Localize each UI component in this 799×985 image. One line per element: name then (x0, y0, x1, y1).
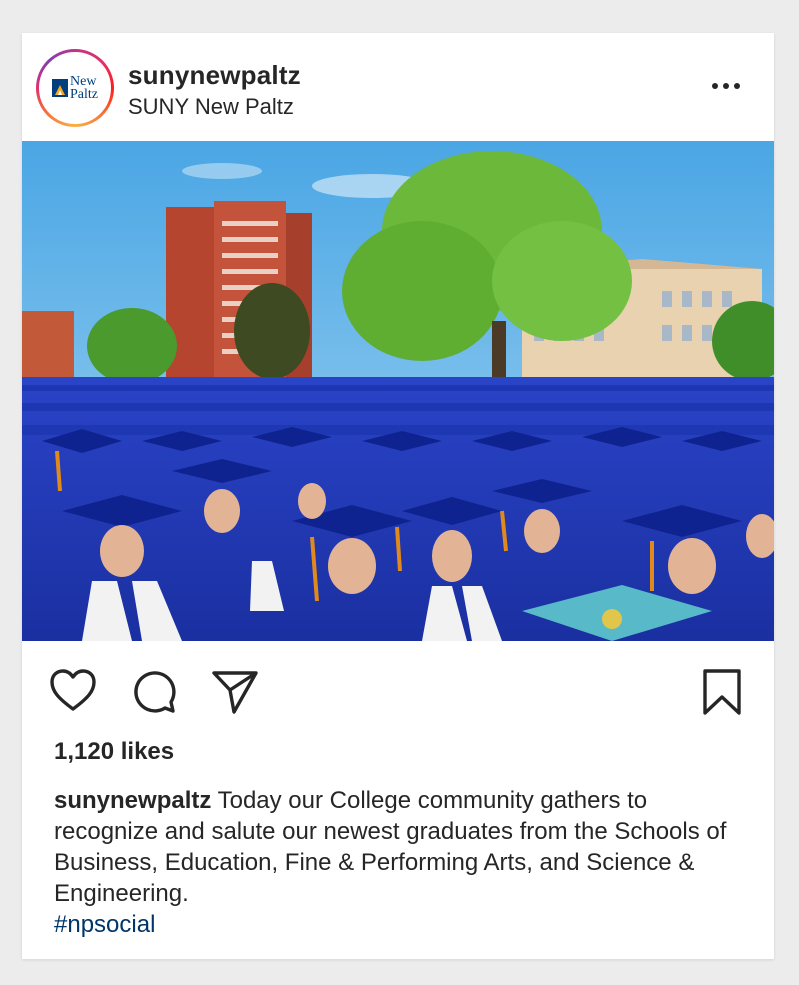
new-paltz-logo: New Paltz (52, 75, 98, 102)
post-caption: sunynewpaltz Today our College community… (54, 785, 754, 909)
heart-icon[interactable] (48, 667, 98, 717)
action-bar (22, 653, 774, 733)
new-paltz-mark-icon (52, 79, 68, 97)
dot (734, 83, 740, 89)
post-header: New Paltz sunynewpaltz SUNY New Paltz (22, 33, 774, 141)
dot (723, 83, 729, 89)
caption-username[interactable]: sunynewpaltz (54, 787, 211, 814)
comment-icon[interactable] (130, 667, 180, 717)
logo-text-line2: Paltz (70, 87, 98, 102)
account-name: SUNY New Paltz (128, 94, 294, 119)
post-photo[interactable] (22, 141, 774, 641)
avatar[interactable]: New Paltz (36, 49, 114, 127)
logo-text: New Paltz (70, 75, 98, 102)
more-horizontal-icon[interactable] (712, 79, 744, 93)
post-username[interactable]: sunynewpaltz (128, 60, 301, 91)
share-icon[interactable] (210, 667, 260, 717)
dot (712, 83, 718, 89)
hashtag-link[interactable]: #npsocial (54, 911, 155, 939)
graduation-photo (22, 141, 774, 641)
likes-count[interactable]: 1,120 likes (54, 738, 174, 766)
instagram-post-card: New Paltz sunynewpaltz SUNY New Paltz 1,… (22, 33, 774, 959)
avatar-image: New Paltz (39, 52, 111, 124)
bookmark-icon[interactable] (698, 667, 748, 717)
